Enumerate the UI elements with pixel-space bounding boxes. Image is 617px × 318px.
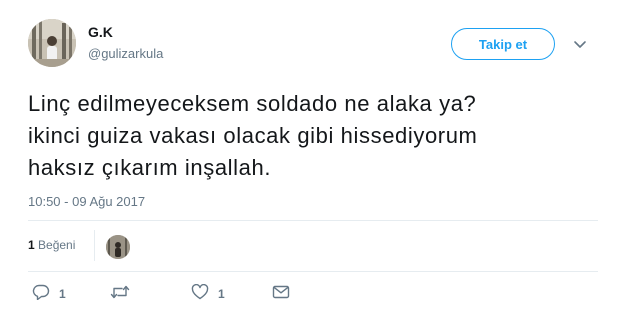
author-handle[interactable]: @gulizarkula [88,46,163,61]
reply-icon [32,284,50,305]
stats-separator [94,230,95,261]
tweet-text: Linç edilmeyeceksem soldado ne alaka ya?… [28,91,478,180]
likes-count: 1 [28,238,35,252]
reply-count: 1 [59,287,66,301]
author-avatar[interactable] [28,19,76,67]
tweet-timestamp[interactable]: 10:50 - 09 Ağu 2017 [28,194,145,209]
stats-divider-top [28,220,598,221]
direct-message-button[interactable] [272,285,290,303]
follow-button[interactable]: Takip et [451,28,555,60]
retweet-icon [110,284,130,305]
liker-avatar[interactable] [106,235,130,259]
author-name[interactable]: G.K [88,24,113,40]
reply-button[interactable]: 1 [32,284,66,305]
likes-label: Beğeni [38,238,76,252]
retweet-button[interactable] [110,285,139,303]
envelope-icon [272,285,290,304]
tweet-card: G.K @gulizarkula Takip et Linç edilmeyec… [0,0,617,318]
heart-icon [191,283,209,305]
like-count: 1 [218,287,225,301]
actions-divider [28,271,598,272]
likes-stat[interactable]: 1 Beğeni [28,238,75,252]
chevron-down-icon[interactable] [572,38,588,50]
like-button[interactable]: 1 [191,283,225,305]
